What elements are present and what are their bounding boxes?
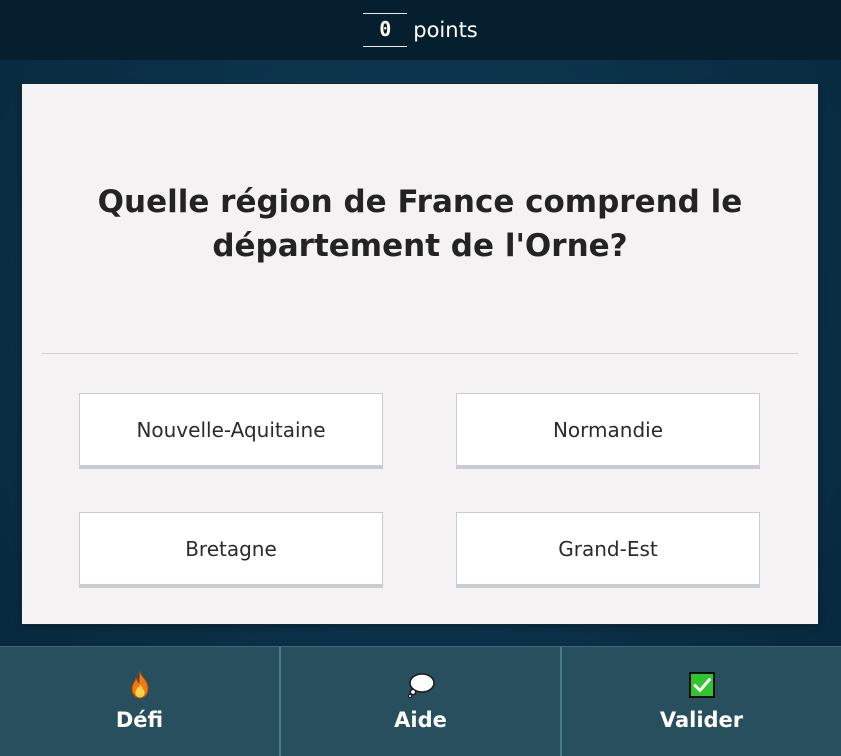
challenge-button[interactable]: Défi xyxy=(0,647,279,756)
speech-bubble-icon xyxy=(407,671,435,699)
answer-option-4[interactable]: Grand-Est xyxy=(456,512,760,588)
validate-button[interactable]: Valider xyxy=(560,647,841,756)
answer-option-3[interactable]: Bretagne xyxy=(79,512,383,588)
help-label: Aide xyxy=(394,708,447,732)
score-header: 0 points xyxy=(0,0,841,60)
help-button[interactable]: Aide xyxy=(279,647,560,756)
answer-option-1[interactable]: Nouvelle-Aquitaine xyxy=(79,393,383,469)
challenge-label: Défi xyxy=(115,708,164,732)
score-value: 0 xyxy=(363,13,408,47)
question-text: Quelle région de France comprend le dépa… xyxy=(97,184,743,264)
score-label: points xyxy=(413,18,478,42)
action-bar: Défi Aide Valider xyxy=(0,646,841,756)
question-card: Quelle région de France comprend le dépa… xyxy=(22,84,818,624)
answer-option-2[interactable]: Normandie xyxy=(456,393,760,469)
fire-icon xyxy=(126,671,154,699)
divider xyxy=(42,353,798,354)
validate-label: Valider xyxy=(659,708,744,732)
check-box-icon xyxy=(688,671,716,699)
